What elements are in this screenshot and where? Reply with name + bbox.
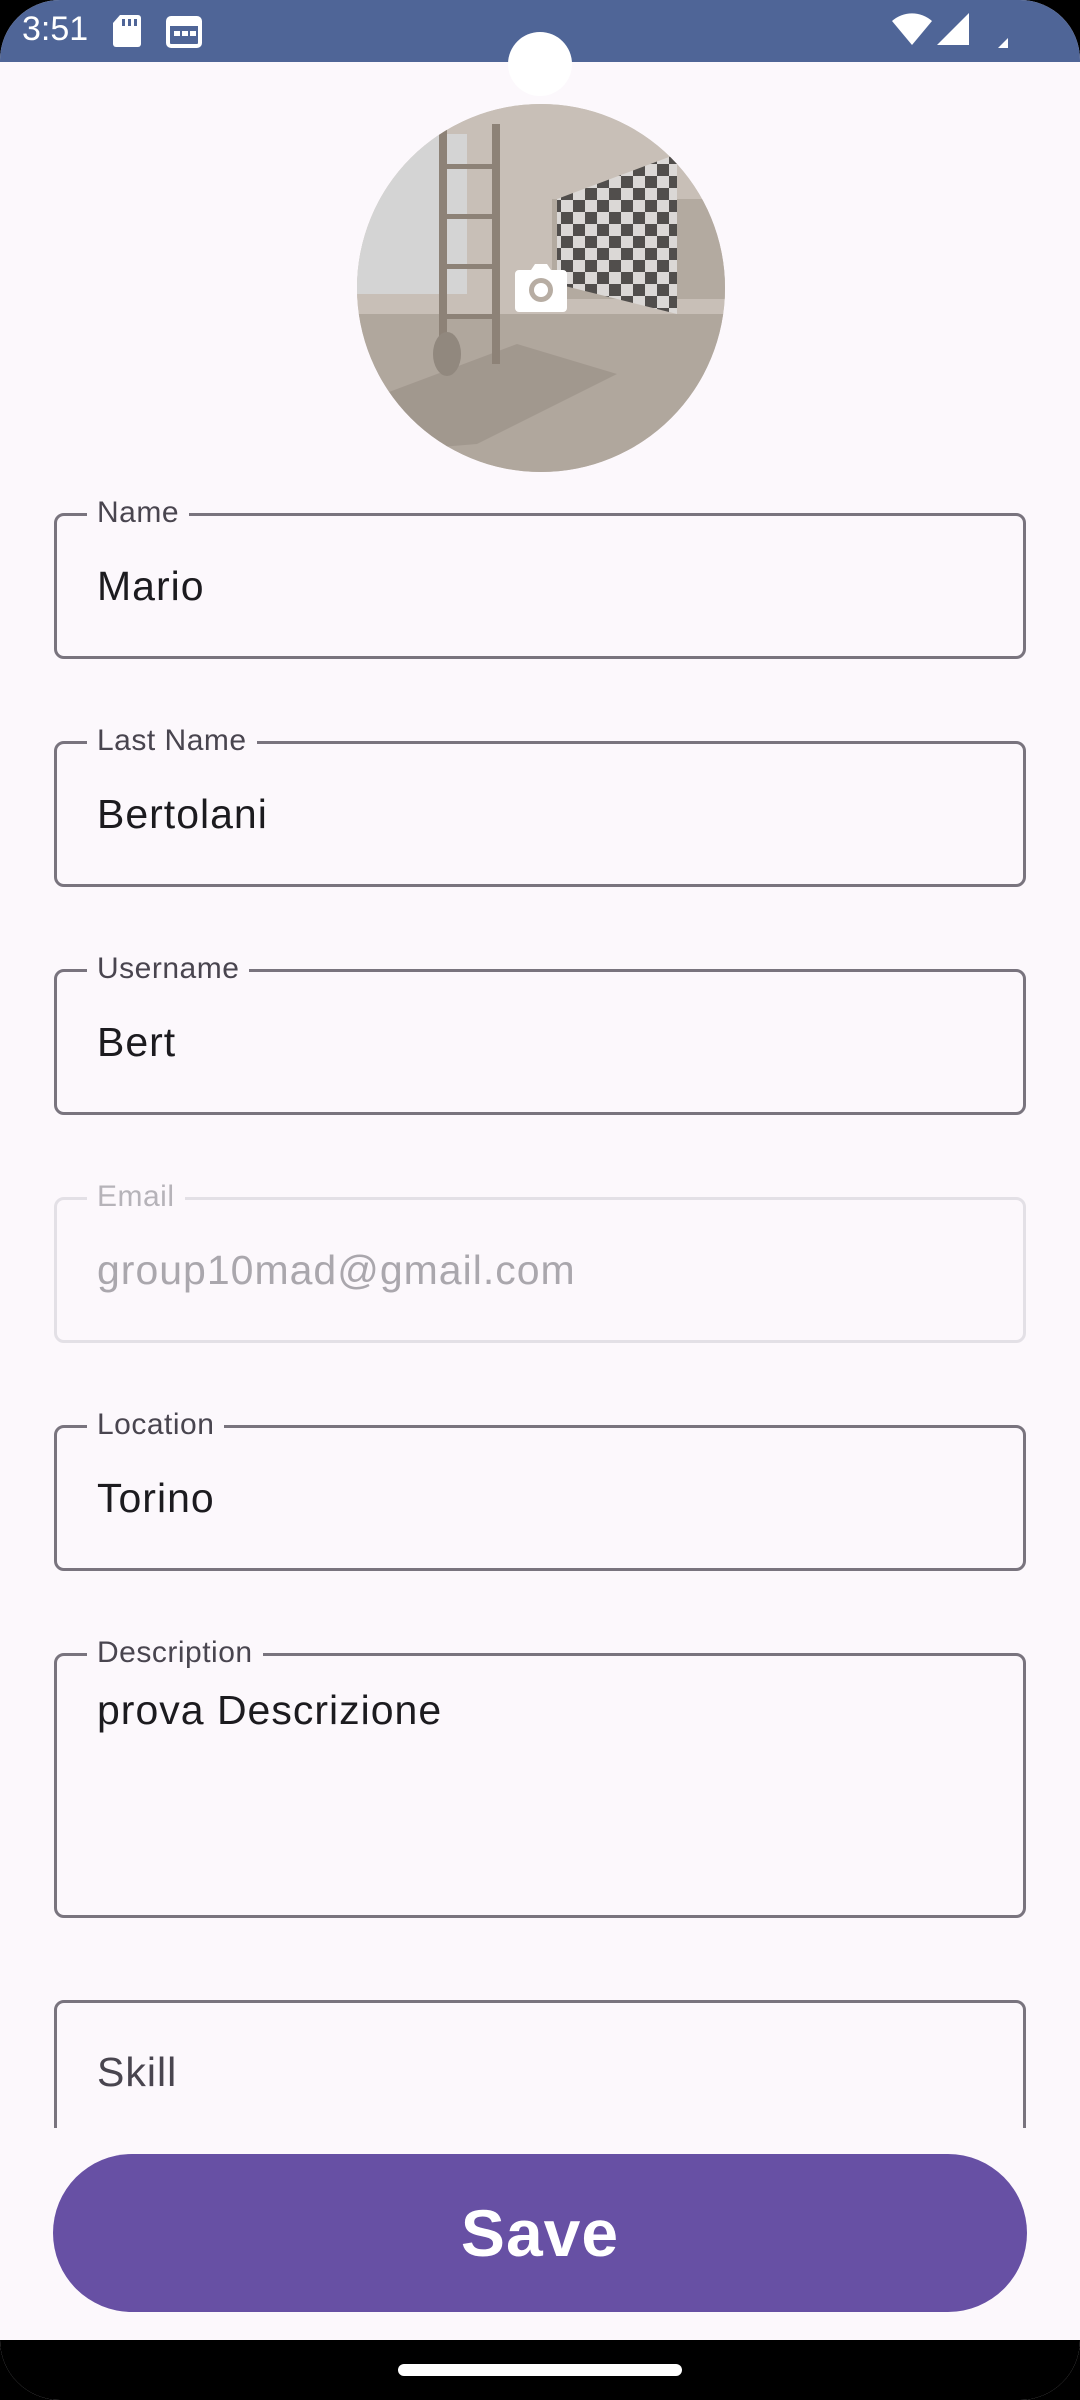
profile-picture[interactable] [357,104,725,472]
save-button[interactable]: Save [53,2154,1027,2312]
location-label: Location [87,1405,225,1445]
app-screen: 3:51 Name Mario Last Name Bertolani User… [0,0,1080,2400]
name-label: Name [87,493,190,533]
status-time: 3:51 [22,10,89,48]
last-name-label: Last Name [87,721,257,761]
username-value[interactable]: Bert [97,1018,176,1066]
calendar-icon [166,14,202,53]
home-gesture-handle[interactable] [398,2364,682,2376]
description-label: Description [87,1633,263,1673]
camera-cutout [508,32,572,96]
email-field: Email group10mad@gmail.com [54,1177,1026,1343]
camera-icon[interactable] [513,260,569,316]
name-value[interactable]: Mario [97,562,205,610]
location-field[interactable]: Location Torino [54,1405,1026,1571]
description-field[interactable]: Description prova Descrizione [54,1633,1026,1918]
username-label: Username [87,949,250,989]
email-label: Email [87,1177,185,1217]
skill-placeholder[interactable]: Skill [97,2048,177,2096]
battery-icon [996,20,1010,53]
sd-card-icon [112,14,142,53]
username-field[interactable]: Username Bert [54,949,1026,1115]
signal-icon [936,12,970,51]
description-value[interactable]: prova Descrizione [97,1686,442,1734]
location-value[interactable]: Torino [97,1474,215,1522]
last-name-field[interactable]: Last Name Bertolani [54,721,1026,887]
wifi-icon [892,12,932,51]
name-field[interactable]: Name Mario [54,493,1026,659]
email-value: group10mad@gmail.com [97,1247,576,1293]
last-name-value[interactable]: Bertolani [97,790,268,838]
